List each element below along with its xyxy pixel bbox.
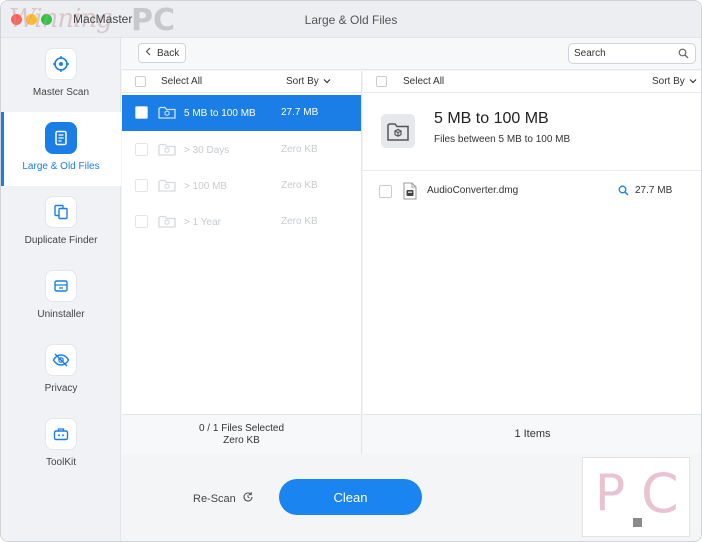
watermark-pc: PC: [131, 3, 176, 38]
eye-slash-icon: [45, 344, 77, 376]
select-all-label: Select All: [161, 76, 203, 87]
box-icon: [45, 270, 77, 302]
watermark-dot: [633, 518, 642, 527]
toolbar: Back: [122, 38, 701, 70]
select-all-checkbox[interactable]: [376, 76, 387, 87]
category-row[interactable]: > 1 Year Zero KB: [122, 204, 361, 240]
sidebar: Master Scan Large & Old Files Duplicate …: [1, 38, 121, 541]
document-icon: [45, 122, 77, 154]
sidebar-item-label: Master Scan: [32, 87, 90, 98]
folder-icon: [158, 142, 176, 160]
copy-icon: [45, 196, 77, 228]
file-list: Select All Sort By 5 MB to 100 MB Files …: [363, 71, 701, 453]
files-selected-count: 0 / 1 Files Selected: [198, 423, 285, 434]
search-input[interactable]: [574, 46, 674, 61]
category-subtitle: Files between 5 MB to 100 MB: [434, 134, 571, 145]
select-all-checkbox[interactable]: [135, 76, 146, 87]
search-icon[interactable]: [678, 48, 689, 62]
category-size: Zero KB: [281, 144, 318, 155]
category-row[interactable]: 5 MB to 100 MB 27.7 MB: [122, 95, 361, 131]
folder-icon: [158, 105, 176, 123]
row-checkbox[interactable]: [135, 215, 148, 228]
sidebar-item-large-old-files[interactable]: Large & Old Files: [1, 112, 121, 186]
rescan-label: Re-Scan: [193, 492, 236, 505]
file-name: AudioConverter.dmg: [427, 185, 519, 196]
items-count: 1 Items: [363, 414, 701, 454]
reveal-file-search-icon[interactable]: [618, 185, 629, 199]
file-size: 27.7 MB: [635, 185, 673, 196]
file-checkbox[interactable]: [379, 185, 392, 198]
chevron-left-icon: [145, 47, 151, 59]
action-bar: Re-Scan Clean P C: [122, 455, 701, 541]
row-checkbox[interactable]: [135, 106, 148, 119]
refresh-icon: [242, 491, 254, 506]
folder-icon: [158, 178, 176, 196]
category-size: Zero KB: [281, 216, 318, 227]
sort-by-label: Sort By: [286, 76, 319, 87]
sidebar-item-toolkit[interactable]: ToolKit: [1, 408, 121, 482]
sidebar-item-label: ToolKit: [45, 457, 76, 468]
category-size: 27.7 MB: [281, 107, 319, 118]
folder-icon: [158, 214, 176, 232]
select-all-label: Select All: [403, 76, 445, 87]
chevron-down-icon: [323, 76, 331, 87]
category-title: 5 MB to 100 MB: [434, 110, 549, 127]
sidebar-item-master-scan[interactable]: Master Scan: [1, 38, 121, 112]
sidebar-item-uninstaller[interactable]: Uninstaller: [1, 260, 121, 334]
rescan-button[interactable]: Re-Scan: [193, 491, 254, 506]
file-row[interactable]: AudioConverter.dmg 27.7 MB: [363, 177, 701, 205]
watermark-letter-c: C: [641, 462, 679, 525]
category-name: > 1 Year: [184, 217, 221, 228]
zoom-window-button[interactable]: [41, 14, 52, 25]
sidebar-item-duplicate-finder[interactable]: Duplicate Finder: [1, 186, 121, 260]
package-icon: [381, 114, 415, 148]
sidebar-item-label: Duplicate Finder: [24, 235, 98, 246]
sidebar-item-label: Uninstaller: [37, 309, 85, 320]
category-header: 5 MB to 100 MB Files between 5 MB to 100…: [363, 93, 701, 171]
target-icon: [45, 48, 77, 80]
selected-size: Zero KB: [223, 435, 260, 446]
category-name: > 100 MB: [184, 181, 228, 192]
category-size: Zero KB: [281, 180, 318, 191]
row-checkbox[interactable]: [135, 179, 148, 192]
back-label: Back: [157, 47, 180, 59]
minimize-window-button[interactable]: [26, 14, 37, 25]
category-list-header: Select All Sort By: [122, 71, 361, 93]
app-window: Winning MacMaster PC Large & Old Files M…: [0, 0, 702, 542]
sidebar-item-label: Privacy: [44, 383, 78, 394]
file-list-header: Select All Sort By: [363, 71, 701, 93]
sort-by-dropdown[interactable]: Sort By: [286, 76, 331, 87]
watermark-logo: P C: [582, 457, 690, 537]
chevron-down-icon: [689, 76, 697, 87]
back-button[interactable]: Back: [138, 43, 186, 63]
category-name: 5 MB to 100 MB: [184, 108, 256, 119]
row-checkbox[interactable]: [135, 143, 148, 156]
sort-by-dropdown[interactable]: Sort By: [652, 76, 697, 87]
selection-summary: 0 / 1 Files Selected Zero KB: [122, 414, 362, 454]
sidebar-item-label: Large & Old Files: [22, 161, 100, 172]
category-list: Select All Sort By 5 MB to 100 MB 27.7 M…: [122, 71, 362, 453]
category-name: > 30 Days: [184, 145, 230, 156]
close-window-button[interactable]: [11, 14, 22, 25]
watermark-letter-p: P: [595, 464, 626, 522]
sidebar-item-privacy[interactable]: Privacy: [1, 334, 121, 408]
sort-by-label: Sort By: [652, 76, 685, 87]
search-box[interactable]: [568, 43, 696, 64]
clean-button[interactable]: Clean: [279, 479, 422, 515]
disk-image-icon: [403, 182, 417, 203]
toolbox-icon: [45, 418, 77, 450]
app-name: MacMaster: [73, 12, 133, 26]
category-row[interactable]: > 30 Days Zero KB: [122, 132, 361, 168]
category-row[interactable]: > 100 MB Zero KB: [122, 168, 361, 204]
title-bar: Winning MacMaster PC Large & Old Files: [1, 1, 701, 38]
